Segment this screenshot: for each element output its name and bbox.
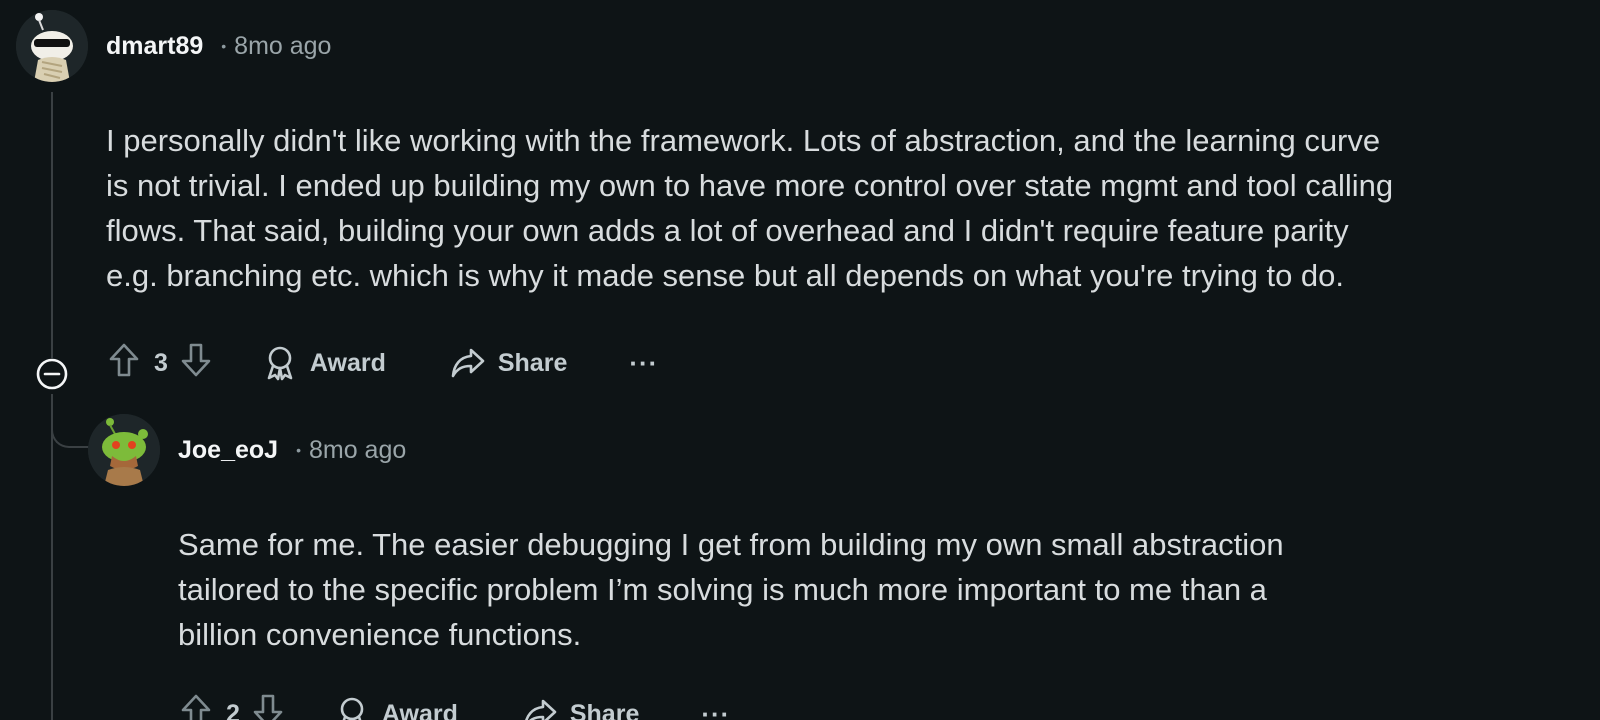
username[interactable]: dmart89 [106,32,203,61]
award-label: Award [381,699,458,720]
award-label: Award [309,348,386,377]
meta-separator: • [296,442,301,458]
avatar[interactable] [88,414,160,486]
share-icon [450,345,486,381]
timestamp[interactable]: 8mo ago [309,436,406,465]
comment-meta: Joe_eoJ • 8mo ago [88,414,1488,486]
upvote-icon [180,693,212,720]
more-options-button[interactable]: ··· [701,699,730,720]
meta-separator: • [221,38,227,54]
avatar[interactable] [16,10,88,82]
share-label: Share [569,699,640,720]
downvote-button[interactable] [176,343,216,383]
reply-comment: Joe_eoJ • 8mo ago Same for me. The easie… [88,414,1488,720]
username[interactable]: Joe_eoJ [178,436,278,465]
upvote-button[interactable] [104,343,144,383]
comment: dmart89 • 8mo ago I personally didn't li… [16,10,1516,386]
timestamp[interactable]: 8mo ago [234,32,331,61]
share-label: Share [497,348,568,377]
more-options-button[interactable]: ··· [629,348,658,379]
award-icon [334,696,370,720]
comment-meta: dmart89 • 8mo ago [16,10,1516,82]
vote-count: 2 [226,699,240,720]
downvote-icon [252,693,284,720]
downvote-button[interactable] [248,694,288,720]
share-button[interactable]: Share [450,345,567,381]
award-button[interactable]: Award [262,345,386,381]
comment-body: I personally didn't like working with th… [106,123,1394,293]
share-button[interactable]: Share [522,696,639,720]
comment-thread: dmart89 • 8mo ago I personally didn't li… [0,0,1600,720]
share-icon [522,696,558,720]
award-button[interactable]: Award [334,696,458,720]
downvote-icon [180,342,212,385]
award-icon [262,345,298,381]
vote-count: 3 [154,348,168,377]
comment-actions: 3 Award Share ··· [104,340,1516,386]
comment-actions: 2 Award Share ··· [176,691,1488,720]
upvote-button[interactable] [176,694,216,720]
reply-connector [51,400,91,448]
comment-body: Same for me. The easier debugging I get … [178,527,1284,652]
upvote-icon [108,342,140,385]
